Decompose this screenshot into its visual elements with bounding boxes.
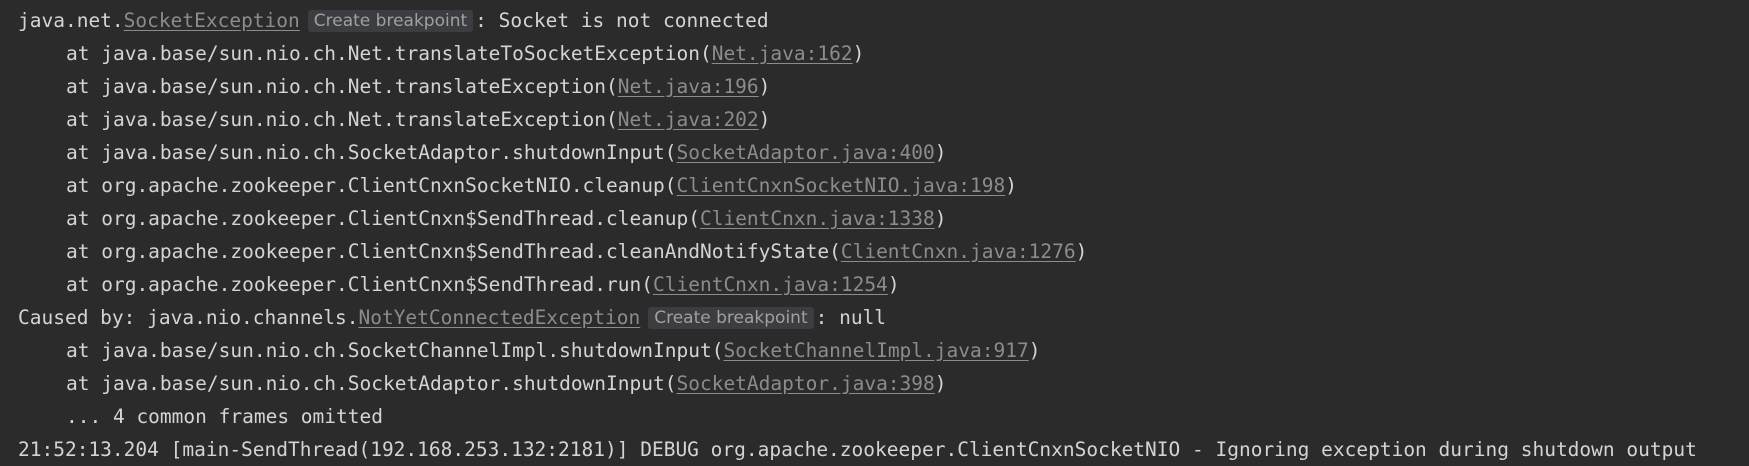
frame-suffix: ) bbox=[934, 372, 947, 395]
caused-by-prefix: Caused by: java.nio.channels. bbox=[18, 306, 359, 329]
stack-frame: at org.apache.zookeeper.ClientCnxnSocket… bbox=[0, 169, 1749, 202]
create-breakpoint-button[interactable]: Create breakpoint bbox=[307, 10, 474, 32]
stack-frame: at org.apache.zookeeper.ClientCnxn$SendT… bbox=[0, 202, 1749, 235]
frame-text: at java.base/sun.nio.ch.Net.translateExc… bbox=[66, 108, 618, 131]
stack-frame: at org.apache.zookeeper.ClientCnxn$SendT… bbox=[0, 268, 1749, 301]
cause-message: : null bbox=[815, 306, 887, 329]
frame-text: at java.base/sun.nio.ch.SocketAdaptor.sh… bbox=[66, 372, 677, 395]
source-link[interactable]: SocketChannelImpl.java:917 bbox=[723, 339, 1028, 362]
stack-frame: at java.base/sun.nio.ch.Net.translateExc… bbox=[0, 103, 1749, 136]
frame-suffix: ) bbox=[1028, 339, 1041, 362]
frame-suffix: ) bbox=[852, 42, 865, 65]
source-link[interactable]: SocketAdaptor.java:400 bbox=[676, 141, 934, 164]
frame-text: at java.base/sun.nio.ch.Net.translateToS… bbox=[66, 42, 712, 65]
source-link[interactable]: Net.java:196 bbox=[618, 75, 759, 98]
stack-frame: at java.base/sun.nio.ch.SocketAdaptor.sh… bbox=[0, 367, 1749, 400]
source-link[interactable]: SocketAdaptor.java:398 bbox=[676, 372, 934, 395]
frame-text: at org.apache.zookeeper.ClientCnxn$SendT… bbox=[66, 207, 700, 230]
frame-suffix: ) bbox=[758, 108, 771, 131]
source-link[interactable]: ClientCnxn.java:1276 bbox=[841, 240, 1076, 263]
frame-suffix: ) bbox=[1075, 240, 1088, 263]
frame-text: at org.apache.zookeeper.ClientCnxn$SendT… bbox=[66, 273, 653, 296]
omitted-frames-line: ... 4 common frames omitted bbox=[66, 405, 383, 428]
create-breakpoint-button[interactable]: Create breakpoint bbox=[648, 307, 814, 329]
source-link[interactable]: ClientCnxnSocketNIO.java:198 bbox=[676, 174, 1005, 197]
frame-suffix: ) bbox=[934, 207, 947, 230]
exception-class-link[interactable]: SocketException bbox=[124, 9, 300, 32]
caused-by-line: Caused by: java.nio.channels.NotYetConne… bbox=[0, 301, 1749, 334]
frame-text: at org.apache.zookeeper.ClientCnxn$SendT… bbox=[66, 240, 841, 263]
frame-text: at java.base/sun.nio.ch.SocketChannelImp… bbox=[66, 339, 724, 362]
source-link[interactable]: ClientCnxn.java:1338 bbox=[700, 207, 935, 230]
stack-frame: at java.base/sun.nio.ch.Net.translateToS… bbox=[0, 37, 1749, 70]
stack-frame: at java.base/sun.nio.ch.SocketChannelImp… bbox=[0, 334, 1749, 367]
frame-suffix: ) bbox=[887, 273, 900, 296]
frame-text: at java.base/sun.nio.ch.SocketAdaptor.sh… bbox=[66, 141, 677, 164]
console-output: java.net.SocketException Create breakpoin… bbox=[0, 0, 1749, 466]
debug-log-line: 21:52:13.204 [main-SendThread(192.168.25… bbox=[18, 438, 1697, 461]
stack-frame: at java.base/sun.nio.ch.SocketAdaptor.sh… bbox=[0, 136, 1749, 169]
exception-line: java.net.SocketException Create breakpoin… bbox=[0, 4, 1749, 37]
source-link[interactable]: Net.java:202 bbox=[618, 108, 759, 131]
frame-suffix: ) bbox=[934, 141, 947, 164]
exception-prefix: java.net. bbox=[18, 9, 124, 32]
exception-message: : Socket is not connected bbox=[475, 9, 769, 32]
frame-text: at org.apache.zookeeper.ClientCnxnSocket… bbox=[66, 174, 677, 197]
stack-frame: at org.apache.zookeeper.ClientCnxn$SendT… bbox=[0, 235, 1749, 268]
cause-class-link[interactable]: NotYetConnectedException bbox=[358, 306, 640, 329]
frame-suffix: ) bbox=[758, 75, 771, 98]
stack-frame: at java.base/sun.nio.ch.Net.translateExc… bbox=[0, 70, 1749, 103]
frame-suffix: ) bbox=[1005, 174, 1017, 197]
source-link[interactable]: Net.java:162 bbox=[712, 42, 853, 65]
source-link[interactable]: ClientCnxn.java:1254 bbox=[653, 273, 888, 296]
frame-text: at java.base/sun.nio.ch.Net.translateExc… bbox=[66, 75, 618, 98]
